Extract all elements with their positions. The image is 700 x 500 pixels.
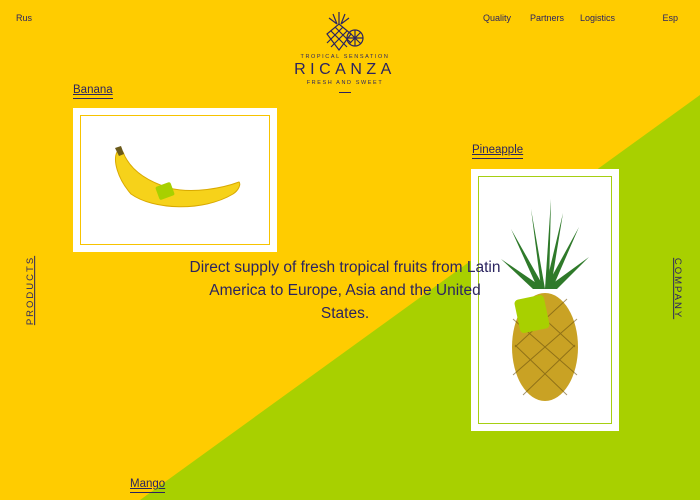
pineapple-logo-icon — [326, 12, 364, 51]
brand-name: RICANZA — [294, 61, 396, 78]
brand-tagline-top: TROPICAL SENSATION — [300, 54, 390, 60]
language-rus-link[interactable]: Rus — [16, 13, 32, 23]
company-side-link[interactable]: COMPANY — [672, 258, 683, 319]
brand-tagline-bottom: FRESH AND SWEET — [306, 80, 384, 86]
products-side-link[interactable]: PRODUCTS — [25, 256, 36, 325]
banana-card[interactable] — [73, 108, 277, 252]
language-esp-link[interactable]: Esp — [662, 13, 678, 23]
nav-quality[interactable]: Quality — [483, 13, 511, 23]
pineapple-label[interactable]: Pineapple — [472, 144, 523, 159]
hero-tagline: Direct supply of fresh tropical fruits f… — [189, 259, 501, 322]
banana-image — [115, 146, 241, 208]
nav-partners[interactable]: Partners — [530, 13, 564, 23]
brand-divider — [339, 92, 351, 93]
nav-logistics[interactable]: Logistics — [580, 13, 615, 23]
brand-logo[interactable]: TROPICAL SENSATION RICANZA FRESH AND SWE… — [270, 10, 420, 93]
mango-label[interactable]: Mango — [130, 478, 165, 493]
banana-label[interactable]: Banana — [73, 84, 113, 99]
